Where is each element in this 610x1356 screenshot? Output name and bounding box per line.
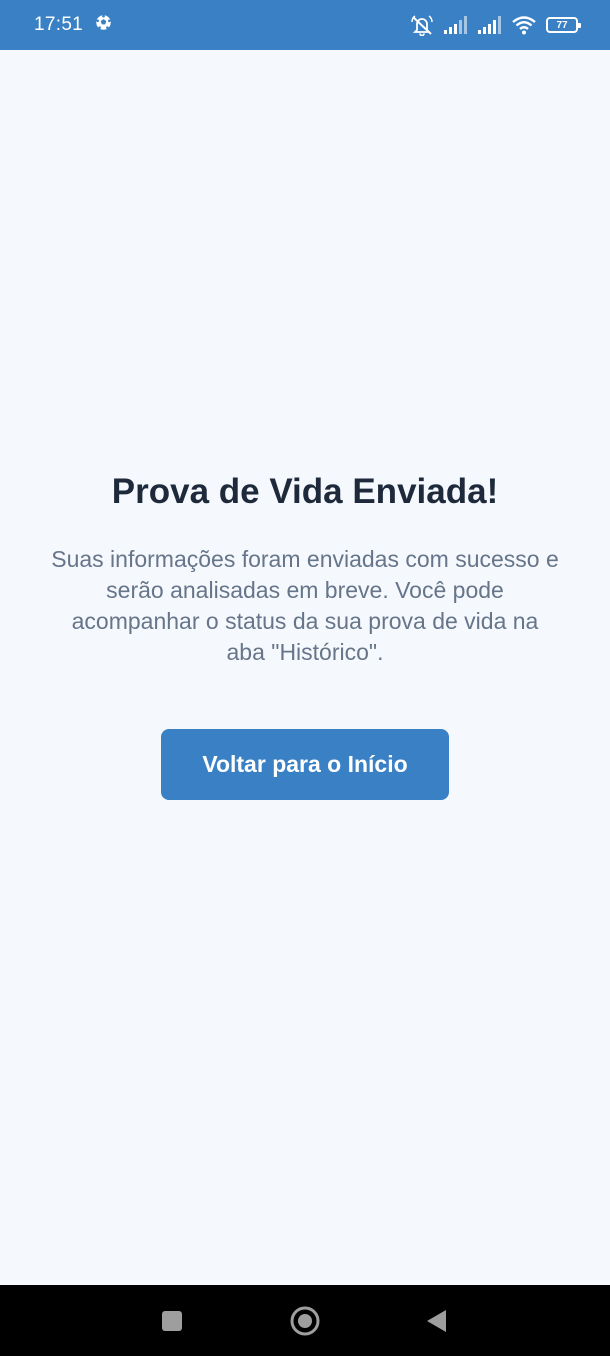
status-bar: 17:51 77 xyxy=(0,0,610,50)
status-right: 77 xyxy=(410,14,581,36)
status-time: 17:51 xyxy=(34,14,84,35)
recents-square-icon[interactable] xyxy=(142,1285,202,1356)
page-title: Prova de Vida Enviada! xyxy=(111,472,499,511)
signal-icon xyxy=(444,16,468,34)
home-circle-icon[interactable] xyxy=(275,1285,335,1356)
soccer-ball-icon xyxy=(95,14,112,36)
main-content: Prova de Vida Enviada! Suas informações … xyxy=(0,50,610,1285)
wifi-icon xyxy=(512,15,536,35)
status-left: 17:51 xyxy=(34,14,112,36)
battery-icon: 77 xyxy=(546,17,581,33)
back-triangle-icon[interactable] xyxy=(407,1285,467,1356)
navigation-bar xyxy=(0,1285,610,1356)
back-to-home-button[interactable]: Voltar para o Início xyxy=(161,729,449,800)
battery-level: 77 xyxy=(556,19,568,31)
alarm-off-icon xyxy=(410,14,434,36)
signal-icon xyxy=(478,16,502,34)
success-message: Suas informações foram enviadas com suce… xyxy=(51,546,559,665)
